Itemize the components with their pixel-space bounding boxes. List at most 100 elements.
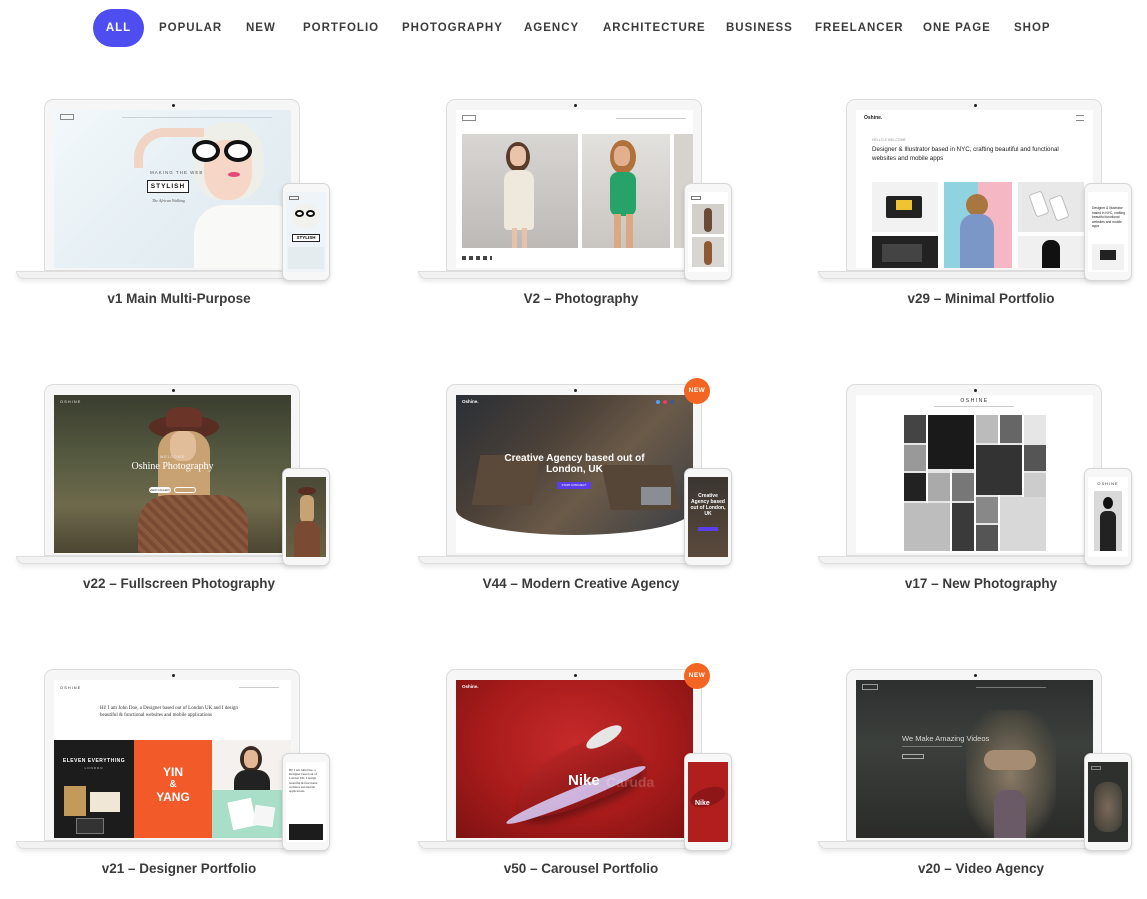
social-icon: [670, 400, 674, 404]
laptop-mockup: We Make Amazing Videos: [846, 669, 1102, 841]
phone-headline: Designer & Illustrator based in NYC, cra…: [1092, 206, 1125, 228]
phone-model-1: [704, 208, 712, 232]
phone-hero-figure: [1094, 782, 1122, 832]
product-ghost-title: Caruda: [606, 774, 655, 790]
phone-photo-1: [692, 204, 724, 234]
demo-card-v17[interactable]: OSHINE OSHINE v17 – New Photography: [818, 384, 1147, 614]
logo-icon: [60, 114, 74, 120]
demo-title[interactable]: v21 – Designer Portfolio: [16, 861, 342, 876]
grid-photo: [904, 445, 926, 471]
laptop-screen: OSHINE Hi! I am John Doe, a Designer bas…: [54, 680, 291, 838]
brand-logo: Oshine.: [462, 684, 479, 689]
phone-screen: [286, 477, 326, 557]
phone-product-title: Nike: [695, 800, 710, 807]
demo-card-v44[interactable]: Oshine. Creative Agency based out of Lon…: [418, 378, 758, 614]
laptop-screen: Oshine. Creative Agency based out of Lon…: [456, 395, 693, 553]
portfolio-tile-4: [872, 236, 938, 268]
camera-dot: [974, 674, 977, 677]
camera-dot: [172, 389, 175, 392]
phone-screen: STYLISH: [286, 192, 326, 272]
phone-thumb-icon: [1048, 194, 1070, 222]
secondary-button[interactable]: [174, 487, 196, 493]
grid-photo: [976, 415, 998, 443]
start-project-button[interactable]: START A PROJECT: [557, 482, 591, 489]
phone-mockup: Hi! I am John Doe, a Designer based out …: [282, 753, 330, 851]
portrait-shirt: [234, 770, 270, 790]
demo-card-v29[interactable]: Oshine. HELLO & WELCOME Designer & Illus…: [818, 99, 1147, 329]
demo-card-v1[interactable]: MAKING THE WEB STYLISH The African Walki…: [16, 99, 356, 329]
sunglasses-right: [224, 140, 252, 162]
social-icon: [656, 400, 660, 404]
filter-freelancer[interactable]: FREELANCER: [815, 9, 904, 47]
laptop-screen: MAKING THE WEB STYLISH The African Walki…: [54, 110, 291, 268]
filter-agency[interactable]: AGENCY: [524, 9, 579, 47]
hero-button[interactable]: [902, 754, 924, 759]
gallery-button[interactable]: VIEW GALLERY: [149, 487, 171, 493]
hero-subline: [902, 746, 962, 747]
phone-screen: OSHINE: [1088, 477, 1128, 557]
portfolio-tile-yin-yang: YIN & YANG: [134, 740, 212, 838]
model-1-leg: [522, 228, 527, 248]
demo-title[interactable]: v29 – Minimal Portfolio: [818, 291, 1144, 306]
filter-one-page[interactable]: ONE PAGE: [923, 9, 991, 47]
demo-title[interactable]: v50 – Carousel Portfolio: [418, 861, 744, 876]
nav-line: [934, 406, 1014, 407]
hero-body: [994, 790, 1026, 838]
demo-title[interactable]: v20 – Video Agency: [818, 861, 1144, 876]
filter-all[interactable]: ALL: [93, 9, 144, 47]
phone-sunglasses-right: [306, 210, 315, 217]
camera-dot: [172, 674, 175, 677]
portfolio-tile-1: [872, 182, 938, 232]
grid-photo: [952, 473, 974, 501]
phone-model-2: [704, 241, 712, 265]
demo-title[interactable]: V2 – Photography: [418, 291, 744, 306]
grid-photo: [976, 497, 998, 523]
filter-popular[interactable]: POPULAR: [159, 9, 222, 47]
grid-photo-large: [904, 503, 950, 551]
phone-screen: Designer & Illustrator based in NYC, cra…: [1088, 192, 1128, 272]
phone-cta-button[interactable]: [698, 527, 718, 531]
demo-card-v2[interactable]: V2 – Photography: [418, 99, 758, 329]
laptop-screen: OSHINE: [856, 395, 1093, 553]
demo-card-v21[interactable]: OSHINE Hi! I am John Doe, a Designer bas…: [16, 669, 356, 899]
filter-new[interactable]: NEW: [246, 9, 276, 47]
camera-dot: [574, 674, 577, 677]
portfolio-tile-mint: [212, 790, 291, 838]
filter-shop[interactable]: SHOP: [1014, 9, 1051, 47]
filter-architecture[interactable]: ARCHITECTURE: [603, 9, 706, 47]
demo-card-v50[interactable]: Oshine. Nike Caruda NEW Nike v50 – Carou…: [418, 663, 758, 899]
camera-dot: [574, 389, 577, 392]
demo-title[interactable]: V44 – Modern Creative Agency: [418, 576, 744, 591]
laptop-mockup: Oshine. Nike Caruda: [446, 669, 702, 841]
phone-mockup: [282, 468, 330, 566]
stationery-card: [64, 786, 86, 816]
phone-mockup: [1084, 753, 1132, 851]
demo-card-v20[interactable]: We Make Amazing Videos v20 – Video Agenc…: [818, 669, 1147, 899]
model-coat: [138, 495, 248, 553]
demo-title[interactable]: v1 Main Multi-Purpose: [16, 291, 342, 306]
laptop-mockup: [446, 99, 702, 271]
grid-photo: [1000, 415, 1022, 443]
model-shirt: [194, 205, 291, 268]
phone-headline: Creative Agency based out of London, UK: [690, 493, 726, 517]
portfolio-tile-portrait: [212, 740, 291, 790]
model-lips: [228, 172, 240, 177]
filter-portfolio[interactable]: PORTFOLIO: [303, 9, 379, 47]
stationery-card: [90, 792, 120, 812]
filter-photography[interactable]: PHOTOGRAPHY: [402, 9, 503, 47]
filter-business[interactable]: BUSINESS: [726, 9, 793, 47]
phone-mockup: STYLISH: [282, 183, 330, 281]
phone-tile: [289, 824, 323, 840]
tile-text: ELEVEN EVERYTHING: [62, 758, 126, 764]
social-icon: [663, 400, 667, 404]
demo-card-v22[interactable]: OSHINE WELCOME Oshine Photography VIEW G…: [16, 384, 356, 614]
demo-title[interactable]: v22 – Fullscreen Photography: [16, 576, 342, 591]
thumbnail-dots: [462, 256, 492, 260]
demo-title[interactable]: v17 – New Photography: [818, 576, 1144, 591]
phone-logo-icon: [691, 196, 701, 200]
grid-photo-large: [1000, 497, 1046, 551]
hero-tag: HELLO & WELCOME: [872, 138, 906, 142]
phone-mockup: Nike: [684, 753, 732, 851]
camera-dot: [974, 389, 977, 392]
phone-screen: Nike: [688, 762, 728, 842]
